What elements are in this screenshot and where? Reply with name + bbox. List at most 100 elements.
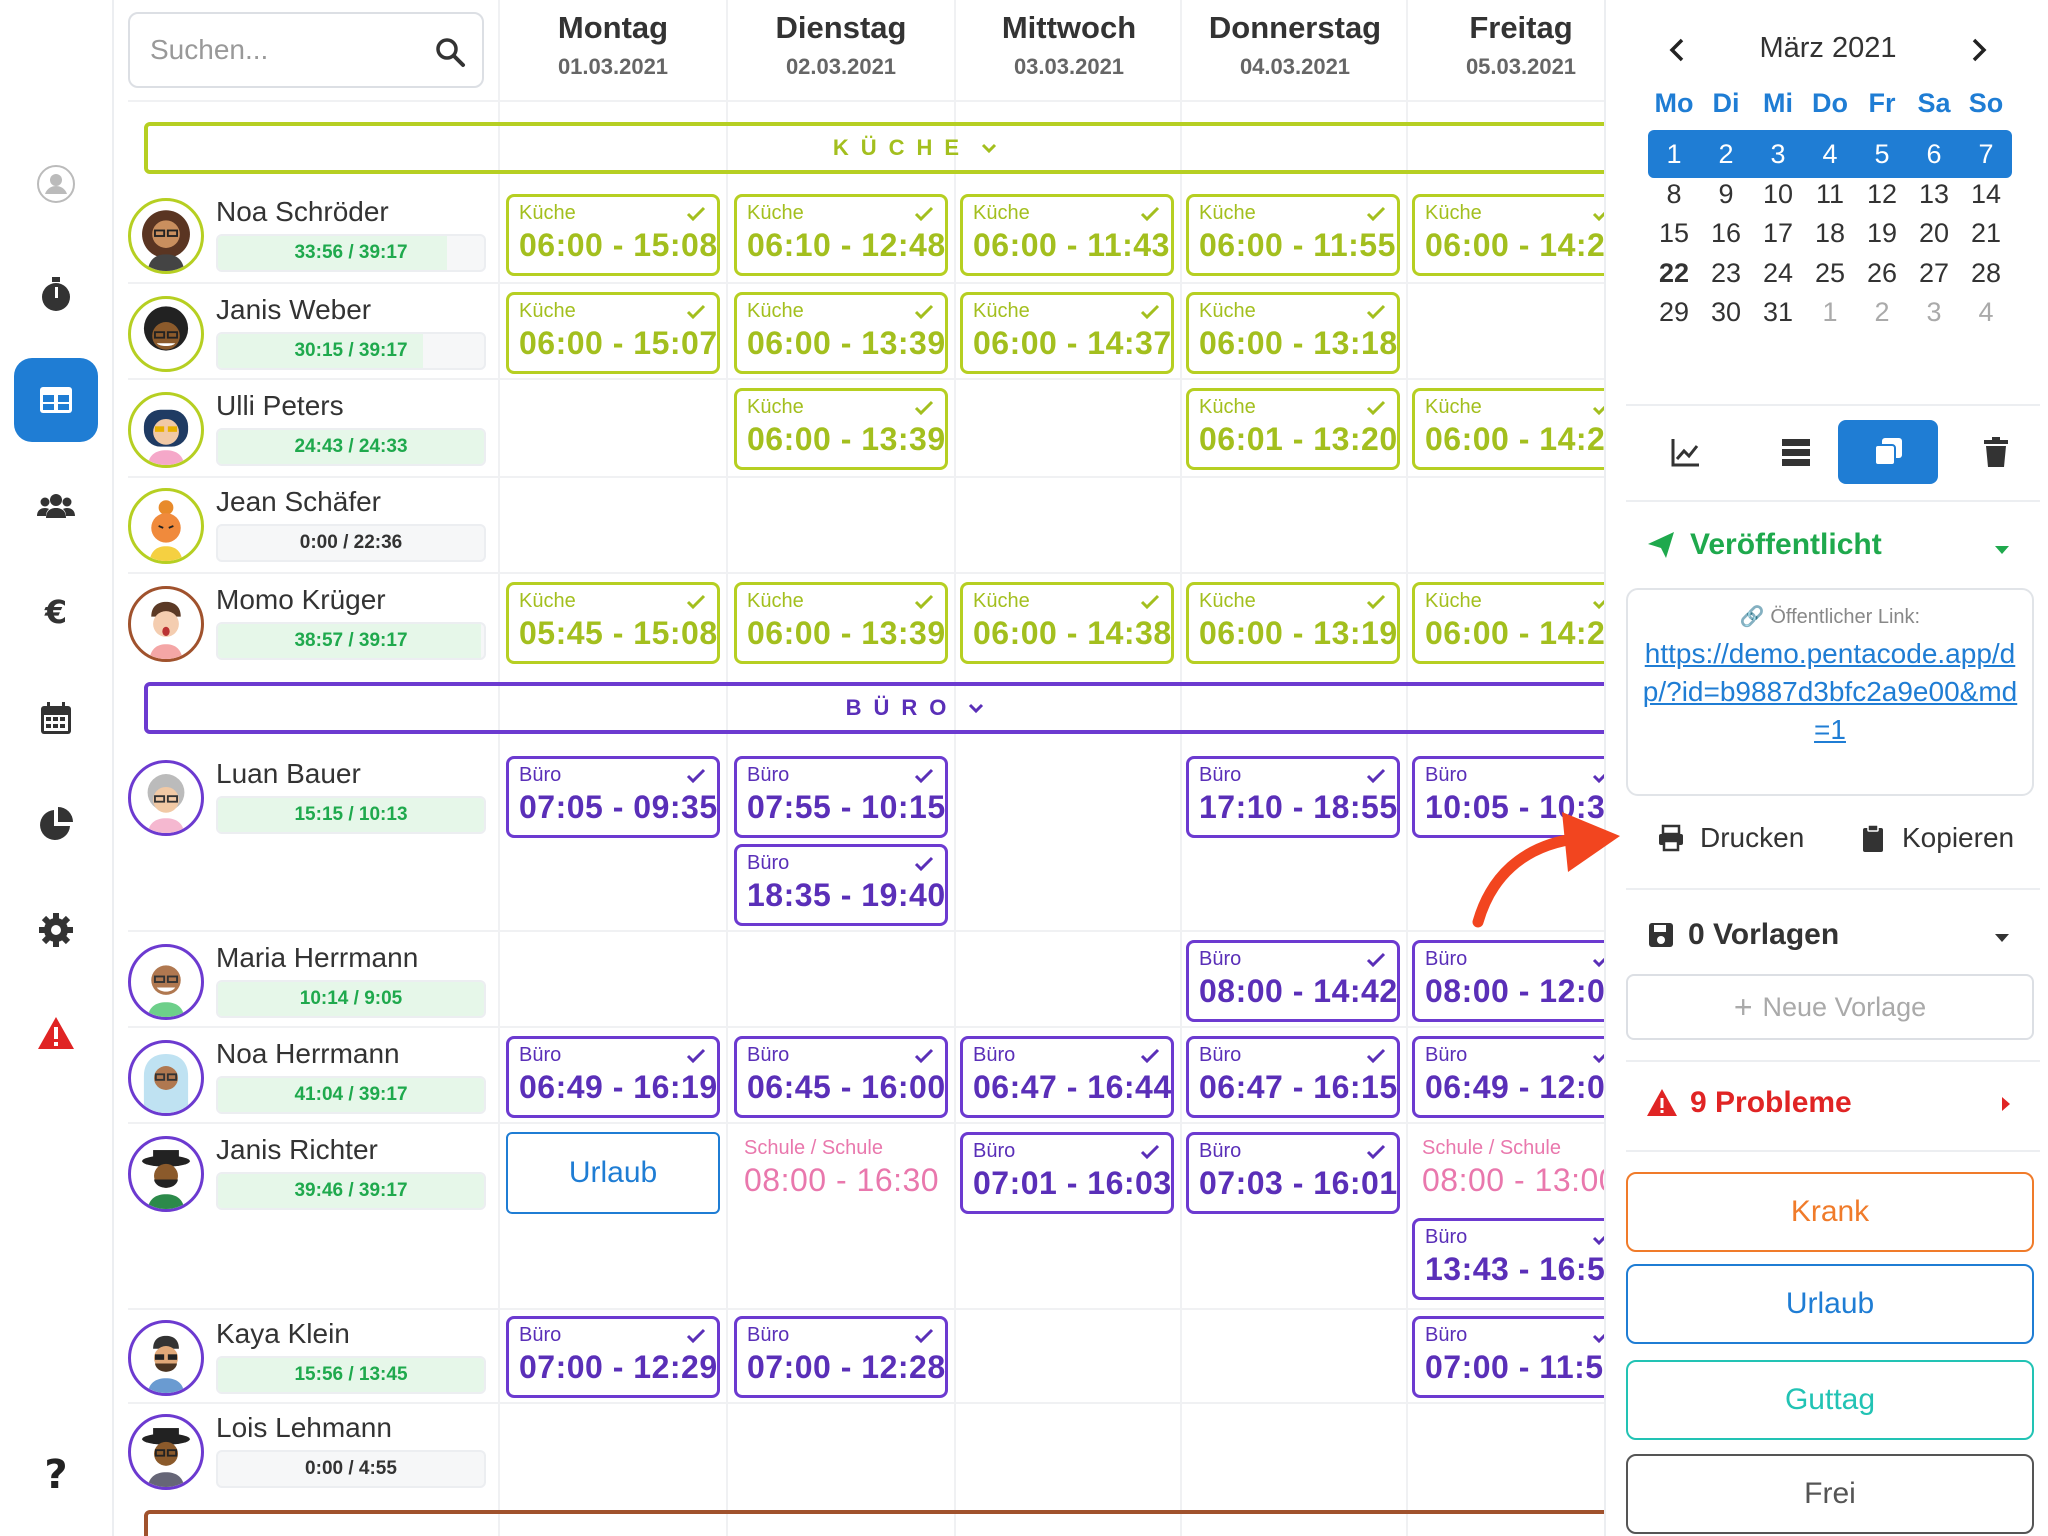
pie-chart-icon[interactable]: [14, 782, 98, 866]
frei-button[interactable]: Frei: [1626, 1454, 2034, 1534]
shift-card[interactable]: Küche 06:00 - 14:26: [1412, 388, 1604, 470]
caret-right-icon[interactable]: [1996, 1094, 2016, 1114]
shift-card[interactable]: Büro 06:49 - 12:03: [1412, 1036, 1604, 1118]
employee-row[interactable]: Ulli Peters 24:43 / 24:33: [128, 388, 488, 474]
calendar-day[interactable]: 31: [1752, 288, 1804, 336]
copy-button[interactable]: Kopieren: [1858, 822, 2014, 854]
copy-view-button[interactable]: [1838, 420, 1938, 484]
guttag-button[interactable]: Guttag: [1626, 1360, 2034, 1440]
shift-card[interactable]: Küche 06:01 - 13:20: [1186, 388, 1400, 470]
absence-urlaub[interactable]: Urlaub: [506, 1132, 720, 1214]
shift-card[interactable]: Küche 06:00 - 15:08: [506, 194, 720, 276]
section-next[interactable]: [144, 1510, 1604, 1536]
calendar-day[interactable]: 3: [1908, 288, 1960, 336]
weekday-label: Di: [1712, 88, 1740, 118]
urlaub-button[interactable]: Urlaub: [1626, 1264, 2034, 1344]
shift-card[interactable]: Büro 07:01 - 16:03: [960, 1132, 1174, 1214]
employee-row[interactable]: Maria Herrmann 10:14 / 9:05: [128, 940, 488, 1026]
shift-card[interactable]: Küche 06:00 - 13:39: [734, 582, 948, 664]
list-view-button[interactable]: [1746, 420, 1846, 484]
section-kueche[interactable]: KÜCHE: [144, 122, 1604, 174]
shift-card[interactable]: Küche 06:00 - 11:43: [960, 194, 1174, 276]
shift-card[interactable]: Büro 07:00 - 12:29: [506, 1316, 720, 1398]
shift-card[interactable]: Büro 07:00 - 11:59: [1412, 1316, 1604, 1398]
shift-card[interactable]: Büro 07:00 - 12:28: [734, 1316, 948, 1398]
shift-card[interactable]: Büro 07:03 - 16:01: [1186, 1132, 1400, 1214]
check-icon: [1366, 594, 1386, 610]
shift-card[interactable]: Büro 07:05 - 09:35: [506, 756, 720, 838]
employee-row[interactable]: Janis Weber 30:15 / 39:17: [128, 292, 488, 378]
templates-toggle[interactable]: 0 Vorlagen: [1646, 918, 1839, 952]
employee-row[interactable]: Janis Richter 39:46 / 39:17: [128, 1132, 488, 1218]
shift-card[interactable]: Büro 08:00 - 12:03: [1412, 940, 1604, 1022]
shift-card[interactable]: Büro 17:10 - 18:55: [1186, 756, 1400, 838]
shift-card[interactable]: Küche 06:00 - 13:39: [734, 292, 948, 374]
shift-card[interactable]: Küche 06:00 - 14:38: [960, 582, 1174, 664]
users-icon[interactable]: [14, 464, 98, 548]
caret-down-icon[interactable]: [1992, 540, 2012, 560]
stats-button[interactable]: [1636, 420, 1736, 484]
help-icon[interactable]: ?: [14, 1432, 98, 1516]
publish-status[interactable]: Veröffentlicht: [1646, 528, 1882, 562]
section-buero[interactable]: BÜRO: [144, 682, 1604, 734]
shift-card[interactable]: Büro 07:55 - 10:15: [734, 756, 948, 838]
employee-row[interactable]: Luan Bauer 15:15 / 10:13: [128, 756, 488, 842]
hours-bar: 0:00 / 22:36: [216, 524, 486, 562]
search-input[interactable]: [150, 34, 420, 66]
calendar-day[interactable]: 4: [1960, 288, 2012, 336]
caret-down-icon[interactable]: [1992, 928, 2012, 948]
employee-name: Noa Schröder: [216, 196, 389, 227]
shift-card[interactable]: Büro 06:47 - 16:15: [1186, 1036, 1400, 1118]
shift-card[interactable]: Küche 05:45 - 15:08: [506, 582, 720, 664]
shift-card[interactable]: Küche 06:00 - 11:55: [1186, 194, 1400, 276]
new-template-button[interactable]: + Neue Vorlage: [1626, 974, 2034, 1040]
employee-row[interactable]: Lois Lehmann 0:00 / 4:55: [128, 1410, 488, 1496]
shift-card[interactable]: Küche 06:00 - 14:28: [1412, 582, 1604, 664]
employee-name: Kaya Klein: [216, 1318, 350, 1349]
warning-icon[interactable]: [14, 992, 98, 1076]
shift-card[interactable]: Küche 06:00 - 14:29: [1412, 194, 1604, 276]
avatar: [128, 198, 204, 274]
avatar: [128, 1414, 204, 1490]
calendar-day[interactable]: 29: [1648, 288, 1700, 336]
absence-schule[interactable]: Schule / Schule 08:00 - 16:30: [734, 1132, 948, 1214]
search-box[interactable]: [128, 12, 484, 88]
problems-toggle[interactable]: 9 Probleme: [1646, 1086, 1852, 1120]
shift-card[interactable]: Büro 06:47 - 16:44: [960, 1036, 1174, 1118]
shift-card[interactable]: Küche 06:00 - 14:37: [960, 292, 1174, 374]
chevron-down-icon: [969, 703, 984, 714]
check-icon: [1366, 768, 1386, 784]
shift-card[interactable]: Küche 06:00 - 13:18: [1186, 292, 1400, 374]
calendar-day[interactable]: 2: [1856, 288, 1908, 336]
schedule-icon[interactable]: [14, 358, 98, 442]
euro-icon[interactable]: €: [14, 570, 98, 654]
krank-button[interactable]: Krank: [1626, 1172, 2034, 1252]
annotation-arrow-icon: [1472, 812, 1620, 928]
public-link[interactable]: https://demo.pentacode.app/dp/?id=b9887d…: [1628, 635, 2032, 749]
shift-card[interactable]: Büro 06:49 - 16:19: [506, 1036, 720, 1118]
employee-row[interactable]: Noa Herrmann 41:04 / 39:17: [128, 1036, 488, 1122]
absence-schule[interactable]: Schule / Schule 08:00 - 13:00: [1412, 1132, 1604, 1214]
shift-card[interactable]: Küche 06:00 - 13:19: [1186, 582, 1400, 664]
employee-row[interactable]: Noa Schröder 33:56 / 39:17: [128, 194, 488, 280]
employee-row[interactable]: Kaya Klein 15:56 / 13:45: [128, 1316, 488, 1402]
shift-card[interactable]: Büro 06:45 - 16:00: [734, 1036, 948, 1118]
calendar-day[interactable]: 1: [1804, 288, 1856, 336]
shift-card[interactable]: Küche 06:00 - 13:39: [734, 388, 948, 470]
profile-icon[interactable]: [14, 142, 98, 226]
employee-row[interactable]: Momo Krüger 38:57 / 39:17: [128, 582, 488, 668]
print-button[interactable]: Drucken: [1656, 822, 1804, 854]
shift-card[interactable]: Küche 06:00 - 15:07: [506, 292, 720, 374]
calendar-day[interactable]: 30: [1700, 288, 1752, 336]
employee-row[interactable]: Jean Schäfer 0:00 / 22:36: [128, 484, 488, 570]
chevron-right-icon[interactable]: [1962, 34, 1994, 66]
gear-icon[interactable]: [14, 888, 98, 972]
calendar-icon[interactable]: [14, 676, 98, 760]
shift-card[interactable]: Büro 13:43 - 16:59: [1412, 1218, 1604, 1300]
shift-card[interactable]: Büro 18:35 - 19:40: [734, 844, 948, 926]
shift-card[interactable]: Küche 06:10 - 12:48: [734, 194, 948, 276]
section-label: KÜCHE: [832, 135, 972, 160]
shift-card[interactable]: Büro 08:00 - 14:42: [1186, 940, 1400, 1022]
stopwatch-icon[interactable]: [14, 252, 98, 336]
delete-button[interactable]: [1946, 420, 2046, 484]
